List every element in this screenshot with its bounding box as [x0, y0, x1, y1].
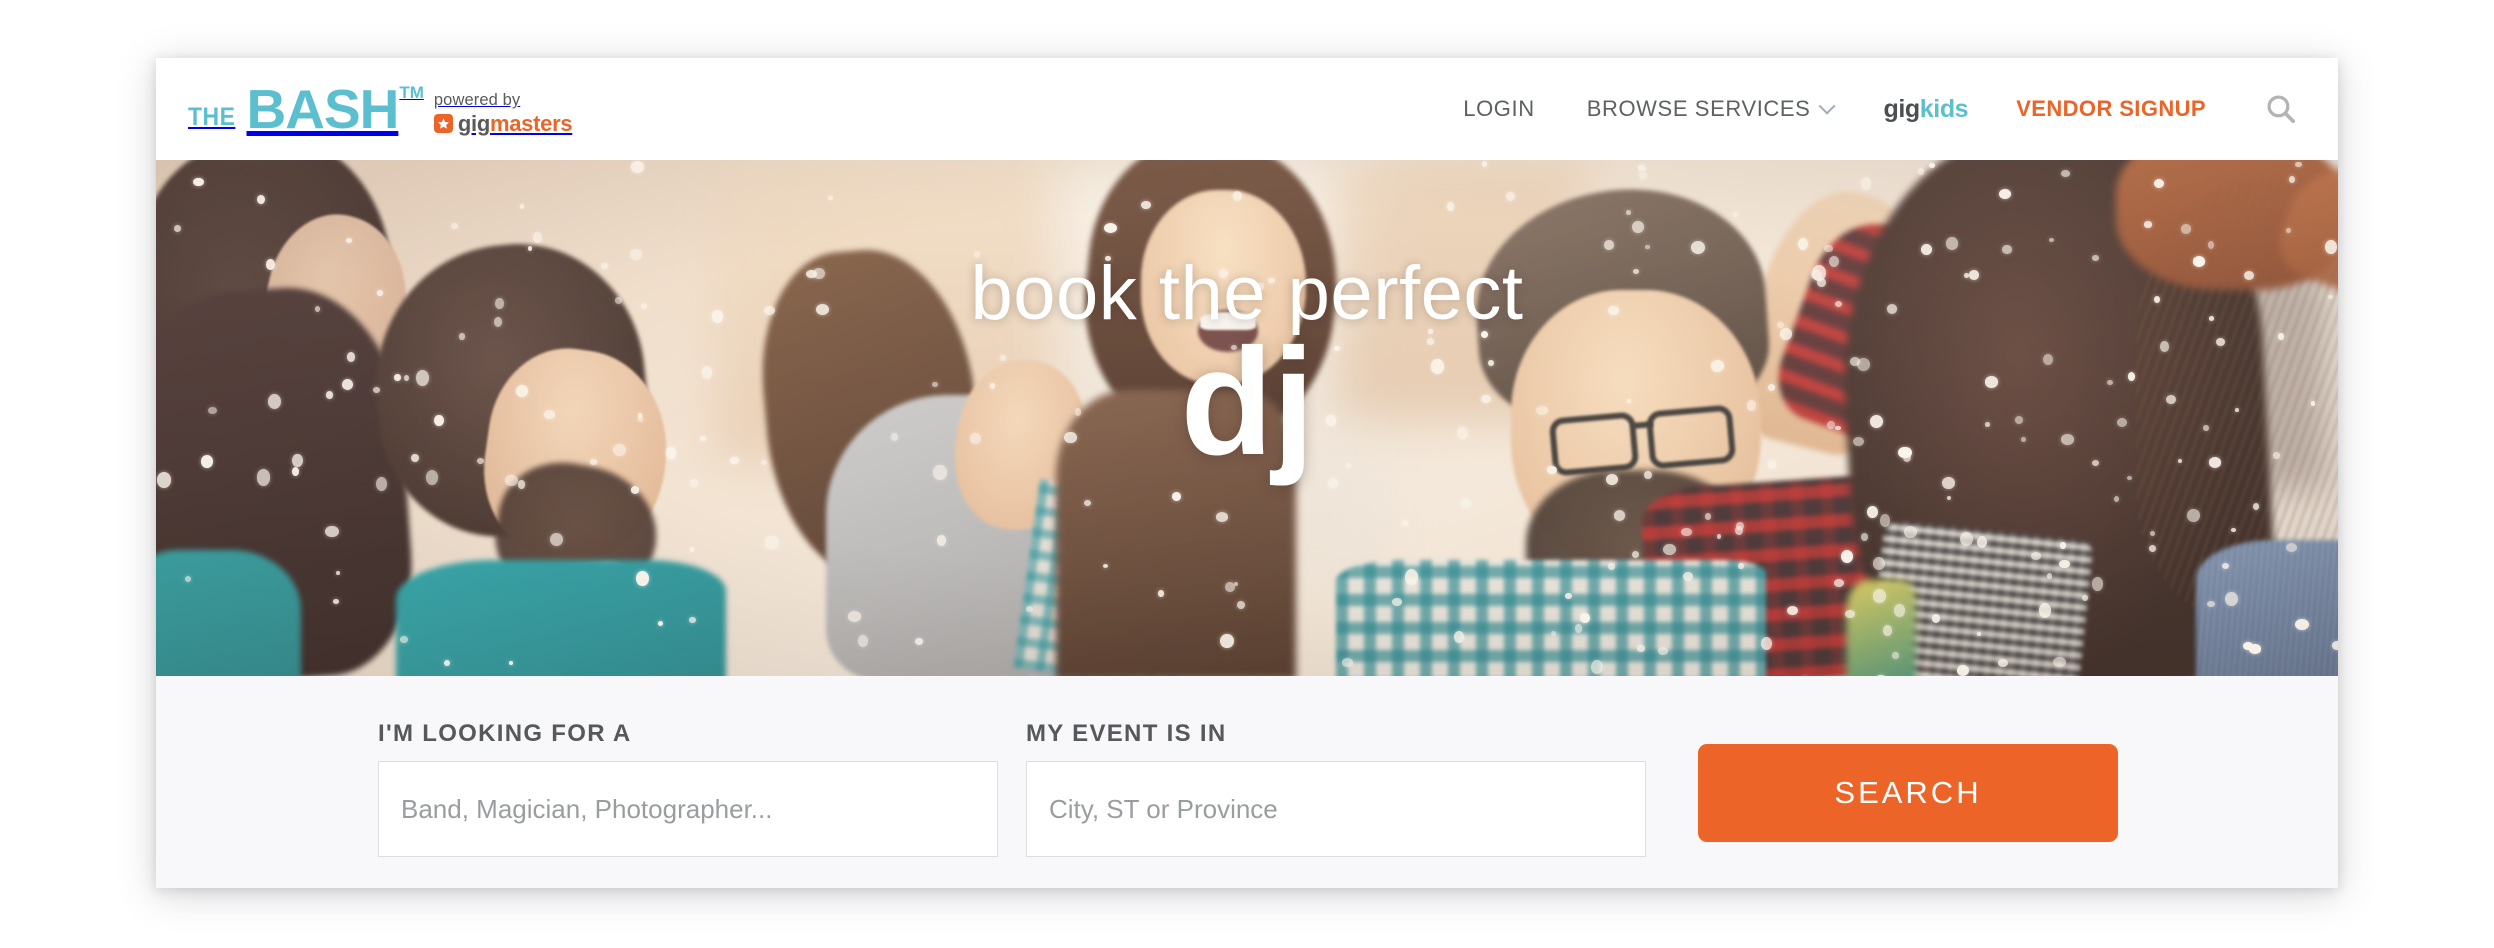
looking-for-label: I'M LOOKING FOR A: [378, 720, 632, 747]
gigmasters-gig-text: gig: [457, 110, 490, 136]
powered-by-text: powered by: [433, 91, 521, 110]
nav-vendor-signup-label: VENDOR SIGNUP: [2016, 96, 2206, 121]
logo-the-text: THE: [188, 103, 236, 132]
page-root: THE BASH TM powered by gig masters LOGIN…: [0, 0, 2494, 948]
nav-gigkids[interactable]: gig kids: [1859, 85, 1992, 134]
logo-bash-text: BASH: [246, 77, 400, 140]
event-location-input[interactable]: [1026, 761, 1646, 857]
nav-gigkids-kids-label: kids: [1919, 94, 1969, 123]
main-navigation: LOGIN BROWSE SERVICES gig kids VENDOR SIG…: [1445, 82, 2338, 136]
powered-by-block: powered by gig masters: [433, 91, 573, 137]
nav-gigkids-gig-label: gig: [1883, 94, 1920, 123]
logo-trademark-symbol: TM: [399, 83, 424, 103]
gigmasters-wordmark: gig masters: [433, 110, 573, 137]
nav-login-label: LOGIN: [1463, 96, 1535, 121]
gigmasters-masters-text: masters: [489, 110, 573, 136]
header-search-button[interactable]: [2230, 82, 2320, 136]
star-icon: [433, 114, 453, 134]
hero-photo: [156, 160, 2338, 676]
nav-browse-services[interactable]: BROWSE SERVICES: [1561, 86, 1860, 132]
search-bar: I'M LOOKING FOR A MY EVENT IS IN SEARCH: [156, 676, 2338, 888]
search-icon: [2267, 95, 2296, 124]
hero-banner: book the perfect dj: [156, 160, 2338, 676]
chevron-down-icon: [1818, 97, 1836, 115]
site-card: THE BASH TM powered by gig masters LOGIN…: [156, 58, 2338, 888]
event-location-field-group: MY EVENT IS IN: [1026, 720, 1646, 857]
nav-browse-services-label: BROWSE SERVICES: [1586, 96, 1811, 121]
site-logo[interactable]: THE BASH TM powered by gig masters: [188, 77, 573, 140]
nav-vendor-signup[interactable]: VENDOR SIGNUP: [1992, 86, 2230, 132]
event-location-label: MY EVENT IS IN: [1026, 720, 1227, 747]
search-submit-button[interactable]: SEARCH: [1698, 744, 2118, 842]
looking-for-field-group: I'M LOOKING FOR A: [378, 720, 998, 857]
looking-for-input[interactable]: [378, 761, 998, 857]
nav-login[interactable]: LOGIN: [1445, 86, 1560, 132]
site-header: THE BASH TM powered by gig masters LOGIN…: [156, 58, 2338, 160]
